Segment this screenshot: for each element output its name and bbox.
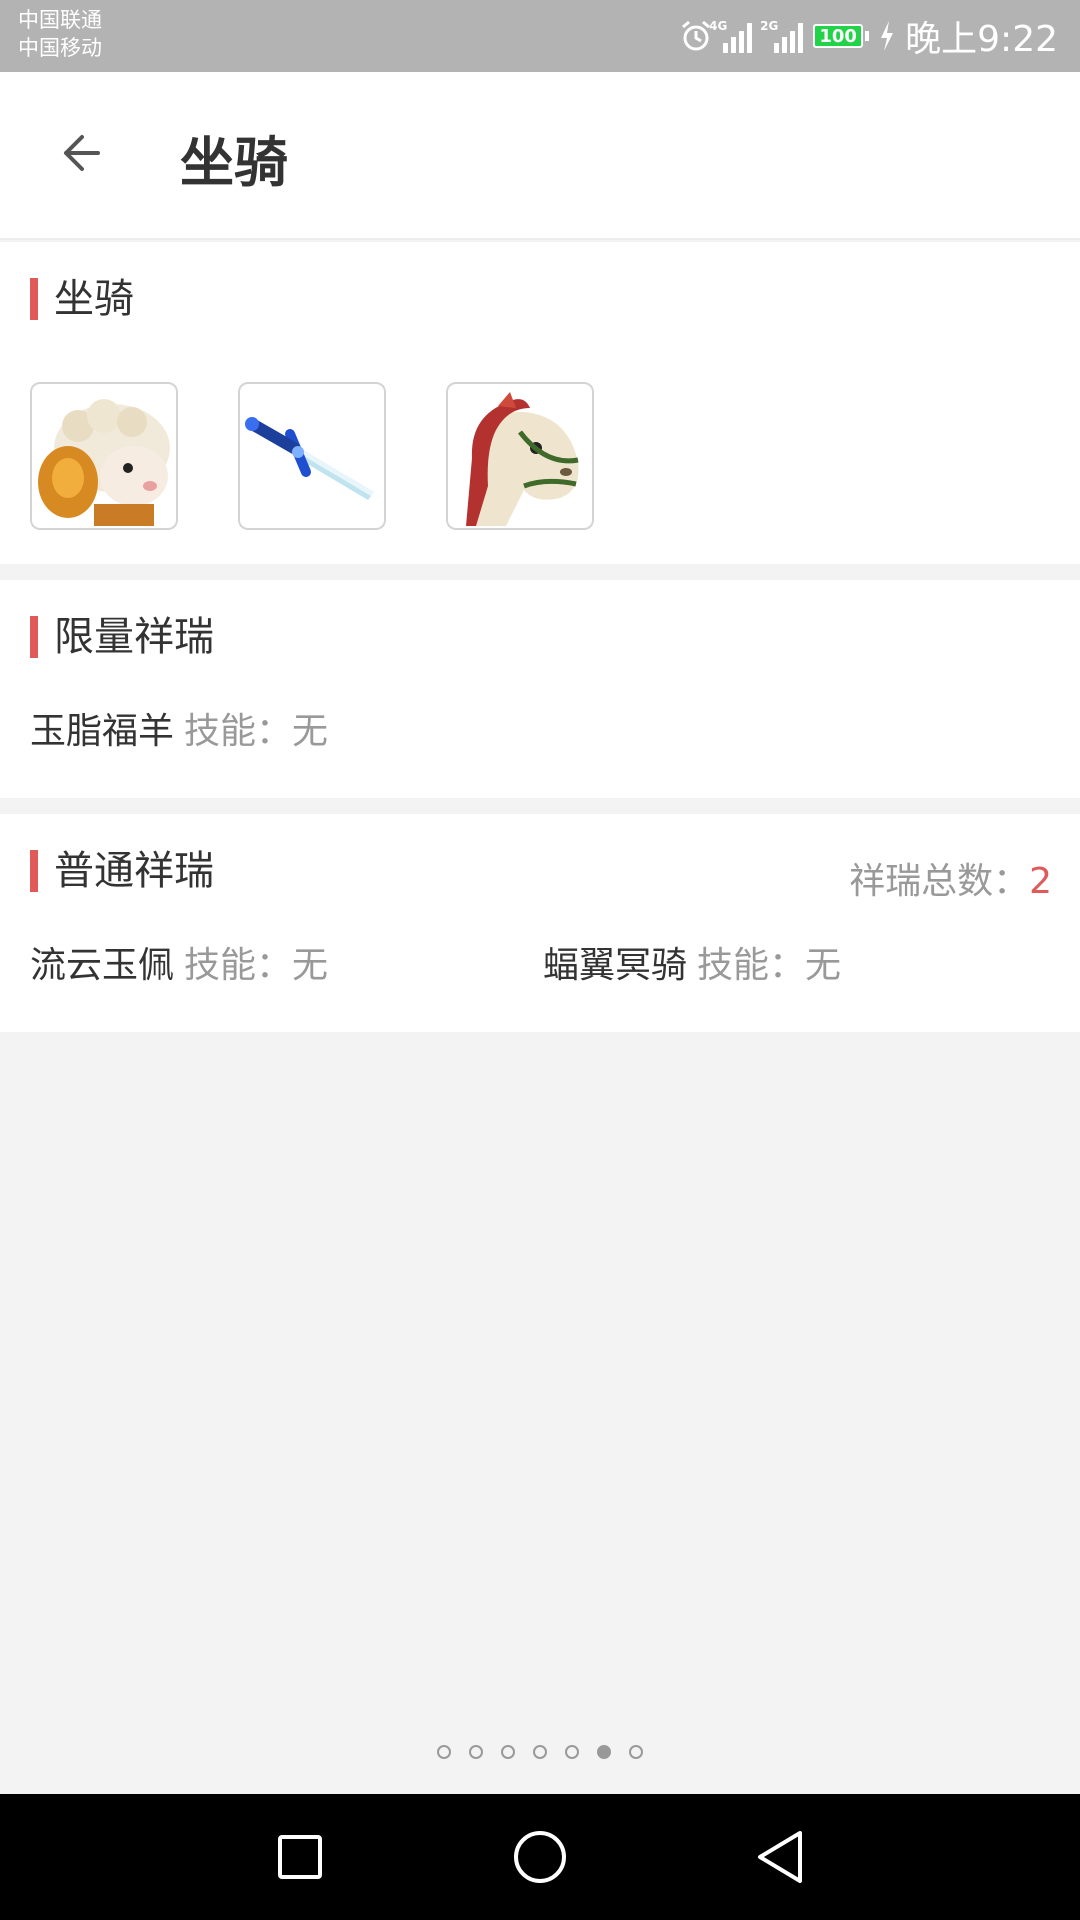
battery-nub — [865, 31, 870, 41]
normal-section: 普通祥瑞 祥瑞总数：2 流云玉佩 技能：无 蝠翼冥骑 技能：无 — [0, 814, 1080, 1032]
list-item: 蝠翼冥骑 技能：无 — [543, 936, 841, 988]
home-icon — [514, 1831, 566, 1883]
mounts-section-title: 坐骑 — [30, 278, 134, 320]
carrier-2: 中国移动 — [18, 36, 102, 60]
mount-card[interactable] — [238, 382, 386, 530]
app-header: 坐骑 — [0, 72, 1080, 240]
page-title: 坐骑 — [180, 131, 288, 194]
list-item: 流云玉佩 技能：无 — [30, 936, 328, 988]
sheep-mount-icon — [38, 399, 170, 526]
item-skill: 技能：无 — [184, 711, 329, 752]
item-skill: 技能：无 — [697, 945, 842, 986]
battery-icon: 100 — [813, 24, 864, 48]
item-skill: 技能：无 — [184, 945, 329, 986]
status-bar: 中国联通 中国移动 4G 2G 100 晚上9:22 — [0, 0, 1080, 72]
page-dot[interactable] — [629, 1745, 643, 1759]
home-button[interactable] — [495, 1812, 585, 1902]
page-dot[interactable] — [533, 1745, 547, 1759]
page-indicator — [0, 1745, 1080, 1759]
signal-icon-2g: 2G — [760, 19, 804, 53]
network-label-2: 2G — [760, 19, 779, 33]
mount-list — [30, 382, 594, 530]
status-icons: 4G 2G 100 晚上9:22 — [679, 0, 1058, 72]
arrow-left-icon — [64, 135, 100, 171]
horse-mount-icon — [466, 392, 579, 526]
carrier-1: 中国联通 — [18, 8, 102, 32]
total-value: 2 — [1029, 861, 1052, 902]
network-label-1: 4G — [709, 19, 728, 33]
battery-level: 100 — [819, 25, 857, 47]
alarm-icon — [682, 20, 711, 51]
limited-section: 限量祥瑞 玉脂福羊 技能：无 — [0, 580, 1080, 798]
total-label: 祥瑞总数： — [849, 861, 1030, 902]
item-name: 流云玉佩 — [30, 945, 175, 986]
mounts-section: 坐骑 — [0, 242, 1080, 564]
total-count: 祥瑞总数：2 — [849, 852, 1052, 904]
back-icon — [758, 1831, 802, 1883]
mount-card[interactable] — [30, 382, 178, 530]
item-name: 蝠翼冥骑 — [543, 945, 688, 986]
carrier-labels: 中国联通 中国移动 — [18, 6, 102, 62]
system-nav-bar — [0, 1794, 1080, 1920]
sword-mount-icon — [245, 417, 374, 500]
recent-apps-icon — [278, 1835, 322, 1879]
recent-apps-button[interactable] — [255, 1812, 345, 1902]
back-nav-button[interactable] — [735, 1812, 825, 1902]
page-dot[interactable] — [565, 1745, 579, 1759]
back-button[interactable] — [58, 128, 108, 178]
page-dot[interactable] — [501, 1745, 515, 1759]
mount-card[interactable] — [446, 382, 594, 530]
limited-section-title: 限量祥瑞 — [30, 616, 214, 658]
signal-icon-4g: 4G — [709, 19, 753, 53]
page-dot[interactable] — [469, 1745, 483, 1759]
item-name: 玉脂福羊 — [30, 711, 175, 752]
clock: 晚上9:22 — [905, 19, 1058, 60]
list-item: 玉脂福羊 技能：无 — [30, 702, 328, 754]
page-dot[interactable] — [437, 1745, 451, 1759]
charging-icon — [881, 21, 894, 51]
normal-section-title: 普通祥瑞 — [30, 850, 214, 892]
page-dot[interactable] — [597, 1745, 611, 1759]
